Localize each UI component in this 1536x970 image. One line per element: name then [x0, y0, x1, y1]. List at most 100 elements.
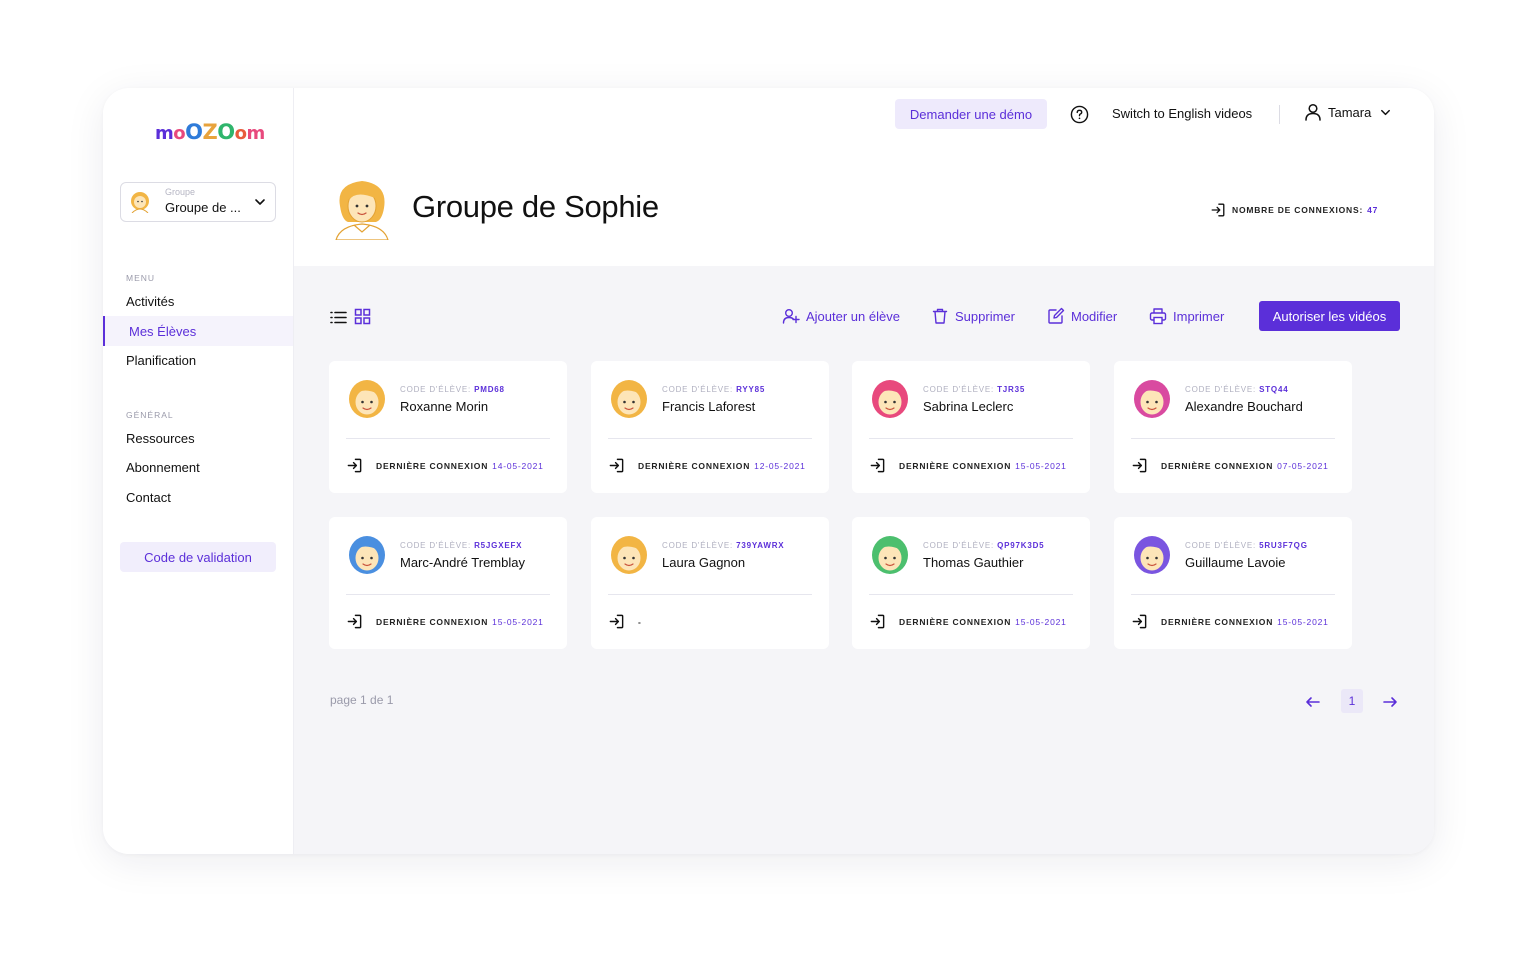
print-button[interactable]: Imprimer [1149, 307, 1224, 325]
student-avatar-icon [872, 380, 908, 418]
edit-label: Modifier [1071, 308, 1118, 324]
divider [869, 438, 1073, 439]
student-card[interactable]: CODE D'ÉLÈVE: RYY85 Francis Laforest DERNI… [591, 361, 829, 493]
student-code-label: CODE D'ÉLÈVE: [662, 541, 734, 550]
student-card[interactable]: CODE D'ÉLÈVE: QP97K3D5 Thomas Gauthier DER… [852, 517, 1090, 649]
student-avatar-icon [872, 536, 908, 574]
arrow-left-icon[interactable] [1305, 694, 1321, 710]
student-avatar-icon [1134, 380, 1170, 418]
sidebar-item-contact[interactable]: Contact [103, 482, 293, 512]
student-avatar-icon [611, 536, 647, 574]
delete-button[interactable]: Supprimer [931, 307, 1015, 325]
student-code: CODE D'ÉLÈVE: 5RU3F7QG [1185, 541, 1308, 550]
student-name: Alexandre Bouchard [1185, 399, 1303, 414]
last-connection: DERNIÈRE CONNEXION 15-05-2021 [869, 613, 1067, 630]
delete-label: Supprimer [955, 308, 1015, 324]
last-connection-label: DERNIÈRE CONNEXION [899, 616, 1012, 627]
sidebar: moOZOom Groupe Groupe de ... MENU Activi… [103, 88, 294, 854]
students-content: Ajouter un élève Supprimer Modifier Impr… [294, 266, 1434, 854]
main-area: Demander une démo Switch to English vide… [294, 88, 1434, 854]
student-code-label: CODE D'ÉLÈVE: [923, 541, 995, 550]
student-code-label: CODE D'ÉLÈVE: [400, 385, 472, 394]
user-name: Tamara [1328, 104, 1372, 120]
group-avatar-small-icon [131, 192, 149, 213]
logo-letter: o [173, 123, 186, 144]
page-title: Groupe de Sophie [412, 189, 659, 224]
student-code: CODE D'ÉLÈVE: RYY85 [662, 385, 765, 394]
request-demo-button[interactable]: Demander une démo [895, 99, 1047, 129]
login-icon [1132, 614, 1147, 629]
add-student-button[interactable]: Ajouter un élève [782, 307, 900, 325]
divider [1279, 105, 1280, 124]
arrow-right-icon[interactable] [1382, 694, 1398, 710]
student-card[interactable]: CODE D'ÉLÈVE: PMD68 Roxanne Morin DERNIÈRE… [329, 361, 567, 493]
sidebar-item-ressources[interactable]: Ressources [103, 423, 293, 453]
student-card[interactable]: CODE D'ÉLÈVE: STQ44 Alexandre Bouchard DER… [1114, 361, 1352, 493]
sidebar-item-abonnement[interactable]: Abonnement [103, 452, 293, 482]
chevron-down-icon [255, 199, 265, 205]
login-icon [347, 614, 362, 629]
student-code-value: STQ44 [1259, 385, 1289, 394]
student-code-label: CODE D'ÉLÈVE: [662, 385, 734, 394]
student-code: CODE D'ÉLÈVE: QP97K3D5 [923, 541, 1044, 550]
student-code: CODE D'ÉLÈVE: 739YAWRX [662, 541, 784, 550]
student-code-value: RYY85 [736, 385, 766, 394]
last-connection-date: 07-05-2021 [1277, 460, 1329, 471]
logo-letter: O [217, 120, 235, 144]
printer-icon [1149, 308, 1167, 325]
sidebar-item-activites[interactable]: Activités [103, 286, 293, 316]
student-card[interactable]: CODE D'ÉLÈVE: 739YAWRX Laura Gagnon - [591, 517, 829, 649]
student-code: CODE D'ÉLÈVE: STQ44 [1185, 385, 1288, 394]
group-select[interactable]: Groupe Groupe de ... [120, 182, 276, 222]
last-connection: DERNIÈRE CONNEXION 15-05-2021 [1131, 613, 1329, 630]
last-connection-label: DERNIÈRE CONNEXION [376, 460, 489, 471]
sidebar-item-planification[interactable]: Planification [103, 345, 293, 375]
grid-view-icon[interactable] [354, 308, 371, 325]
student-code-value: 5RU3F7QG [1259, 541, 1308, 550]
user-menu[interactable]: Tamara [1304, 103, 1392, 121]
student-code: CODE D'ÉLÈVE: TJR35 [923, 385, 1025, 394]
group-avatar-icon [335, 181, 389, 240]
help-icon[interactable] [1070, 105, 1089, 124]
user-icon [1305, 103, 1321, 121]
student-card[interactable]: CODE D'ÉLÈVE: R5JGXEFX Marc-André Trembla… [329, 517, 567, 649]
last-connection: DERNIÈRE CONNEXION 15-05-2021 [869, 457, 1067, 474]
menu-section-label: MENU [126, 273, 156, 283]
last-connection: DERNIÈRE CONNEXION 14-05-2021 [346, 457, 544, 474]
sidebar-item-mes-eleves[interactable]: Mes Élèves [103, 316, 293, 346]
moozoom-logo[interactable]: moOZOom [155, 120, 265, 144]
last-connection-date: 15-05-2021 [492, 616, 544, 627]
page-number-button[interactable]: 1 [1341, 689, 1363, 713]
divider [1131, 594, 1335, 595]
divider [608, 594, 812, 595]
edit-button[interactable]: Modifier [1047, 307, 1117, 325]
student-name: Marc-André Tremblay [400, 555, 525, 570]
logo-letter: m [246, 123, 265, 144]
login-icon [870, 614, 885, 629]
student-name: Guillaume Lavoie [1185, 555, 1286, 570]
last-connection-label: DERNIÈRE CONNEXION [376, 616, 489, 627]
chevron-down-icon [1381, 109, 1391, 115]
add-user-icon [782, 309, 800, 324]
group-select-value: Groupe de ... [165, 200, 241, 215]
list-view-icon[interactable] [330, 309, 347, 326]
login-icon [347, 458, 362, 473]
student-code-label: CODE D'ÉLÈVE: [1185, 541, 1257, 550]
last-connection: DERNIÈRE CONNEXION 15-05-2021 [346, 613, 544, 630]
logo-letter: o [234, 123, 247, 144]
student-name: Thomas Gauthier [923, 555, 1024, 570]
divider [608, 438, 812, 439]
student-card[interactable]: CODE D'ÉLÈVE: 5RU3F7QG Guillaume Lavoie DE… [1114, 517, 1352, 649]
last-connection-label: DERNIÈRE CONNEXION [1161, 460, 1274, 471]
print-label: Imprimer [1173, 308, 1225, 324]
connections-value: 47 [1367, 205, 1379, 215]
last-connection-date: 14-05-2021 [492, 460, 544, 471]
allow-videos-button[interactable]: Autoriser les vidéos [1259, 301, 1400, 331]
divider [1131, 438, 1335, 439]
divider [346, 438, 550, 439]
add-student-label: Ajouter un élève [806, 308, 900, 324]
student-card[interactable]: CODE D'ÉLÈVE: TJR35 Sabrina Leclerc DERNIÈ… [852, 361, 1090, 493]
student-avatar-icon [349, 536, 385, 574]
switch-language-link[interactable]: Switch to English videos [1112, 106, 1252, 121]
validation-code-button[interactable]: Code de validation [120, 542, 276, 572]
